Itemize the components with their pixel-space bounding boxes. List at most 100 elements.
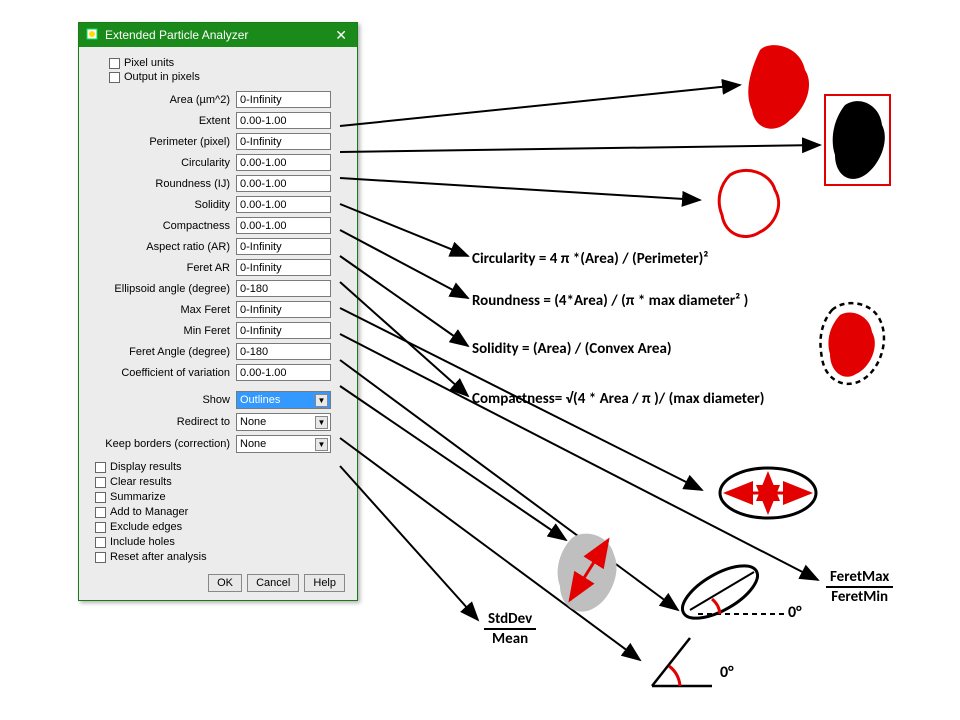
- form-row: Circularity: [91, 154, 345, 171]
- checkbox[interactable]: [109, 72, 120, 83]
- field-input[interactable]: [236, 133, 331, 150]
- perimeter-outline-icon: [719, 170, 778, 236]
- select-label: Keep borders (correction): [91, 438, 236, 450]
- form-row: Keep borders (correction)None▼: [91, 435, 345, 453]
- checkbox-label: Exclude edges: [110, 521, 182, 533]
- dialog-body: Pixel units Output in pixels Area (µm^2) E…: [79, 47, 357, 600]
- checkbox-row: Add to Manager: [95, 506, 222, 518]
- checkbox-label: Pixel units: [124, 57, 174, 69]
- field-label: Area (µm^2): [91, 94, 236, 106]
- checkbox[interactable]: [109, 58, 120, 69]
- formula-roundness: Roundness = (4*Area) / (π * max diameter…: [472, 292, 748, 310]
- field-input[interactable]: [236, 301, 331, 318]
- fraction-num: StdDev: [484, 610, 536, 630]
- ok-button[interactable]: OK: [208, 574, 242, 592]
- dropdown-arrow-icon: ▼: [315, 438, 328, 451]
- field-input[interactable]: [236, 238, 331, 255]
- select-value: None: [240, 416, 266, 428]
- form-row: Ellipsoid angle (degree): [91, 280, 345, 297]
- checkbox-row: Exclude edges: [95, 521, 222, 533]
- window-title: Extended Particle Analyzer: [105, 28, 248, 42]
- field-input[interactable]: [236, 364, 331, 381]
- checkbox-row: Reset after analysis: [95, 551, 222, 563]
- field-label: Feret AR: [91, 262, 236, 274]
- field-label: Coefficient of variation: [91, 367, 236, 379]
- checkbox[interactable]: [95, 477, 106, 488]
- dropdown-arrow-icon: ▼: [315, 394, 328, 407]
- dropdown-arrow-icon: ▼: [315, 416, 328, 429]
- extent-blob-icon: [833, 101, 885, 179]
- select-dropdown[interactable]: None ▼: [236, 413, 331, 431]
- fraction-den: Mean: [484, 630, 536, 648]
- checkbox-label: Clear results: [110, 476, 172, 488]
- formula-circularity: Circularity = 4 π *(Area) / (Perimeter)²: [472, 250, 708, 268]
- checkbox[interactable]: [95, 492, 106, 503]
- formula-compactness: Compactness= √(4 * Area / π )/ (max diam…: [472, 390, 764, 408]
- field-label: Max Feret: [91, 304, 236, 316]
- help-button[interactable]: Help: [304, 574, 345, 592]
- form-row: Area (µm^2): [91, 91, 345, 108]
- field-input[interactable]: [236, 91, 331, 108]
- select-label: Show: [91, 394, 236, 406]
- app-icon: [85, 27, 99, 44]
- checkbox[interactable]: [95, 507, 106, 518]
- field-input[interactable]: [236, 259, 331, 276]
- checkbox-label: Summarize: [110, 491, 166, 503]
- form-row: Solidity: [91, 196, 345, 213]
- form-row: Compactness: [91, 217, 345, 234]
- checkbox-row: Summarize: [95, 491, 222, 503]
- checkbox-label: Include holes: [110, 536, 175, 548]
- field-label: Min Feret: [91, 325, 236, 337]
- form-row: Roundness (IJ): [91, 175, 345, 192]
- select-value: Outlines: [240, 394, 280, 406]
- form-row: Aspect ratio (AR): [91, 238, 345, 255]
- field-label: Solidity: [91, 199, 236, 211]
- field-label: Compactness: [91, 220, 236, 232]
- select-label: Redirect to: [91, 416, 236, 428]
- field-input[interactable]: [236, 175, 331, 192]
- select-dropdown[interactable]: Outlines ▼: [236, 391, 331, 409]
- formula-solidity: Solidity = (Area) / (Convex Area): [472, 340, 672, 358]
- checkbox-row: Clear results: [95, 476, 222, 488]
- close-button[interactable]: ✕: [331, 27, 351, 44]
- field-label: Roundness (IJ): [91, 178, 236, 190]
- field-input[interactable]: [236, 154, 331, 171]
- cancel-button[interactable]: Cancel: [247, 574, 299, 592]
- degree-label-1: 0°: [788, 603, 802, 622]
- aspect-ratio-ellipse-icon: [720, 468, 816, 518]
- form-row: Coefficient of variation: [91, 364, 345, 381]
- fraction-den: FeretMin: [826, 588, 893, 606]
- solidity-blob-icon: [828, 312, 874, 376]
- checkbox[interactable]: [95, 462, 106, 473]
- checkbox-row: Output in pixels: [109, 71, 345, 83]
- button-row: OK Cancel Help: [91, 574, 345, 592]
- extent-box-icon: [825, 95, 890, 185]
- field-input[interactable]: [236, 112, 331, 129]
- max-feret-blob-icon: [558, 534, 617, 612]
- field-input[interactable]: [236, 217, 331, 234]
- field-input[interactable]: [236, 280, 331, 297]
- form-row: Show Outlines ▼: [91, 391, 345, 409]
- form-row: Min Feret: [91, 322, 345, 339]
- field-input[interactable]: [236, 196, 331, 213]
- field-input[interactable]: [236, 322, 331, 339]
- checkbox[interactable]: [95, 522, 106, 533]
- field-label: Extent: [91, 115, 236, 127]
- checkbox-label: Add to Manager: [110, 506, 188, 518]
- titlebar: Extended Particle Analyzer ✕: [79, 23, 357, 47]
- form-row: Extent: [91, 112, 345, 129]
- field-label: Circularity: [91, 157, 236, 169]
- checkbox-label: Display results: [110, 461, 182, 473]
- form-row: Perimeter (pixel): [91, 133, 345, 150]
- field-input[interactable]: [236, 343, 331, 360]
- form-row: Feret AR: [91, 259, 345, 276]
- fraction-stddev-mean: StdDev Mean: [484, 610, 536, 648]
- select-dropdown[interactable]: None▼: [236, 435, 331, 453]
- checkbox[interactable]: [95, 552, 106, 563]
- field-label: Ellipsoid angle (degree): [91, 283, 236, 295]
- form-row: Max Feret: [91, 301, 345, 318]
- ellipse-angle-icon: [675, 555, 766, 628]
- form-row: Redirect to None ▼: [91, 413, 345, 431]
- checkbox-row: Pixel units: [109, 57, 345, 69]
- checkbox[interactable]: [95, 537, 106, 548]
